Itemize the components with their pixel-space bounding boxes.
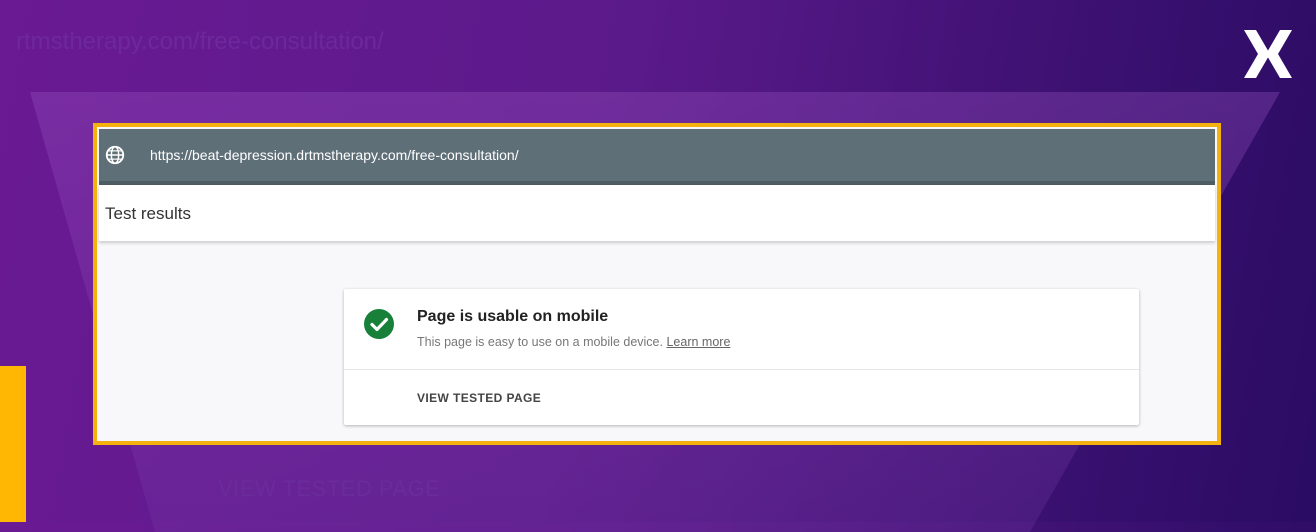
url-bar: https://beat-depression.drtmstherapy.com…: [99, 129, 1215, 185]
result-card: Page is usable on mobile This page is ea…: [344, 289, 1139, 425]
url-text: https://beat-depression.drtmstherapy.com…: [150, 147, 519, 163]
check-circle-icon: [364, 309, 394, 339]
background-button-text: VIEW TESTED PAGE: [218, 476, 441, 501]
result-title: Page is usable on mobile: [417, 308, 609, 325]
view-tested-page-button[interactable]: VIEW TESTED PAGE: [417, 391, 541, 405]
accent-bar: [0, 366, 26, 522]
description-text: This page is easy to use on a mobile dev…: [417, 335, 663, 349]
result-description: This page is easy to use on a mobile dev…: [417, 335, 730, 349]
page-title: Test results: [105, 204, 191, 223]
divider: [344, 369, 1139, 370]
background-url-text: rtmstherapy.com/free-consultation/: [16, 28, 384, 55]
results-header: Test results: [99, 185, 1215, 241]
learn-more-link[interactable]: Learn more: [666, 335, 730, 349]
globe-icon: [105, 145, 125, 165]
screenshot-frame: https://beat-depression.drtmstherapy.com…: [93, 123, 1221, 445]
x-logo-icon: [1244, 30, 1292, 78]
